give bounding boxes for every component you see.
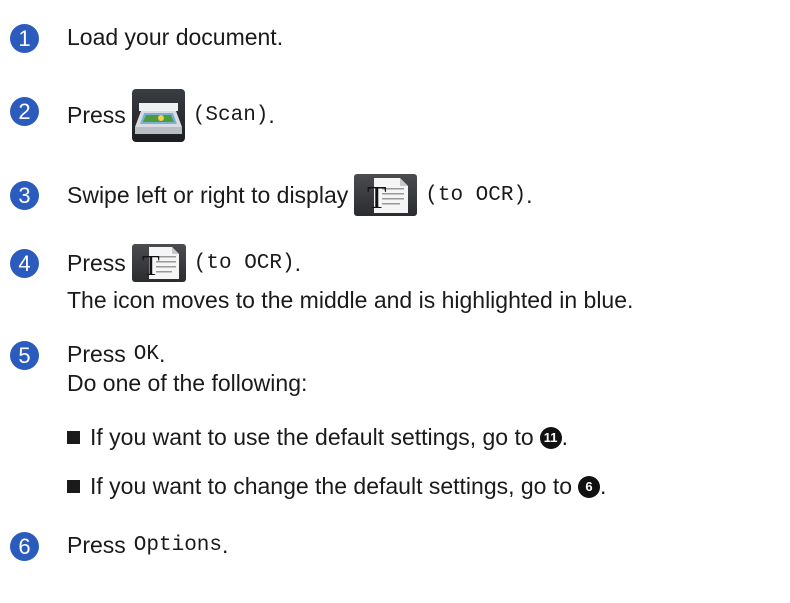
- step-1-text: Load your document.: [67, 24, 284, 50]
- punctuation: .: [294, 249, 302, 276]
- step-6-before: Press: [67, 532, 126, 558]
- bullet-text: If you want to change the default settin…: [90, 473, 573, 499]
- bullet-square-icon: [67, 480, 80, 493]
- bullet-square-icon: [67, 431, 80, 444]
- step-text: Load your document.: [67, 24, 283, 51]
- step-4-detail: The icon moves to the middle and is high…: [67, 287, 634, 313]
- step-number-badge: 1: [10, 24, 39, 53]
- step-5-detail: Do one of the following:: [67, 370, 308, 396]
- ocr-icon: T: [131, 244, 186, 282]
- punctuation: .: [222, 532, 229, 558]
- punctuation: .: [600, 473, 607, 499]
- step-5-line2: Do one of the following:: [67, 370, 307, 397]
- step-text: Press (Scan) .: [67, 85, 275, 145]
- step-5-before: Press: [67, 341, 126, 367]
- ocr-icon: T: [354, 174, 418, 216]
- punctuation: .: [561, 424, 569, 450]
- svg-text:T: T: [142, 250, 160, 282]
- step-reference: 6: [578, 475, 601, 498]
- step-4-line2: The icon moves to the middle and is high…: [67, 287, 633, 314]
- step-number-badge: 2: [10, 97, 39, 126]
- scan-label: (Scan): [192, 103, 269, 127]
- step-number-badge: 4: [10, 249, 39, 278]
- step-text: Press T (to OCR) .: [67, 239, 301, 287]
- step-text: Press OK .: [67, 341, 165, 368]
- ok-label: OK: [133, 343, 160, 366]
- punctuation: .: [268, 101, 275, 128]
- step-text: Press Options .: [67, 532, 228, 559]
- punctuation: .: [159, 341, 166, 367]
- options-label: Options: [133, 534, 223, 557]
- step-number-badge: 6: [10, 532, 39, 561]
- step-reference: 11: [539, 426, 562, 449]
- ocr-label: (to OCR): [193, 251, 295, 275]
- bullet-item: If you want to change the default settin…: [67, 473, 606, 500]
- bullet-item: If you want to use the default settings,…: [67, 424, 568, 451]
- step-number-badge: 5: [10, 341, 39, 370]
- step-number-badge: 3: [10, 181, 39, 210]
- step-2-before: Press: [67, 101, 126, 128]
- punctuation: .: [526, 181, 533, 208]
- bullet-text: If you want to use the default settings,…: [90, 424, 534, 450]
- step-text: Swipe left or right to display T (to OCR…: [67, 165, 532, 225]
- scan-icon: [131, 88, 185, 142]
- step-3-before: Swipe left or right to display: [67, 181, 349, 208]
- step-4-before: Press: [67, 249, 126, 276]
- ocr-label: (to OCR): [425, 183, 527, 207]
- svg-text:T: T: [367, 179, 387, 215]
